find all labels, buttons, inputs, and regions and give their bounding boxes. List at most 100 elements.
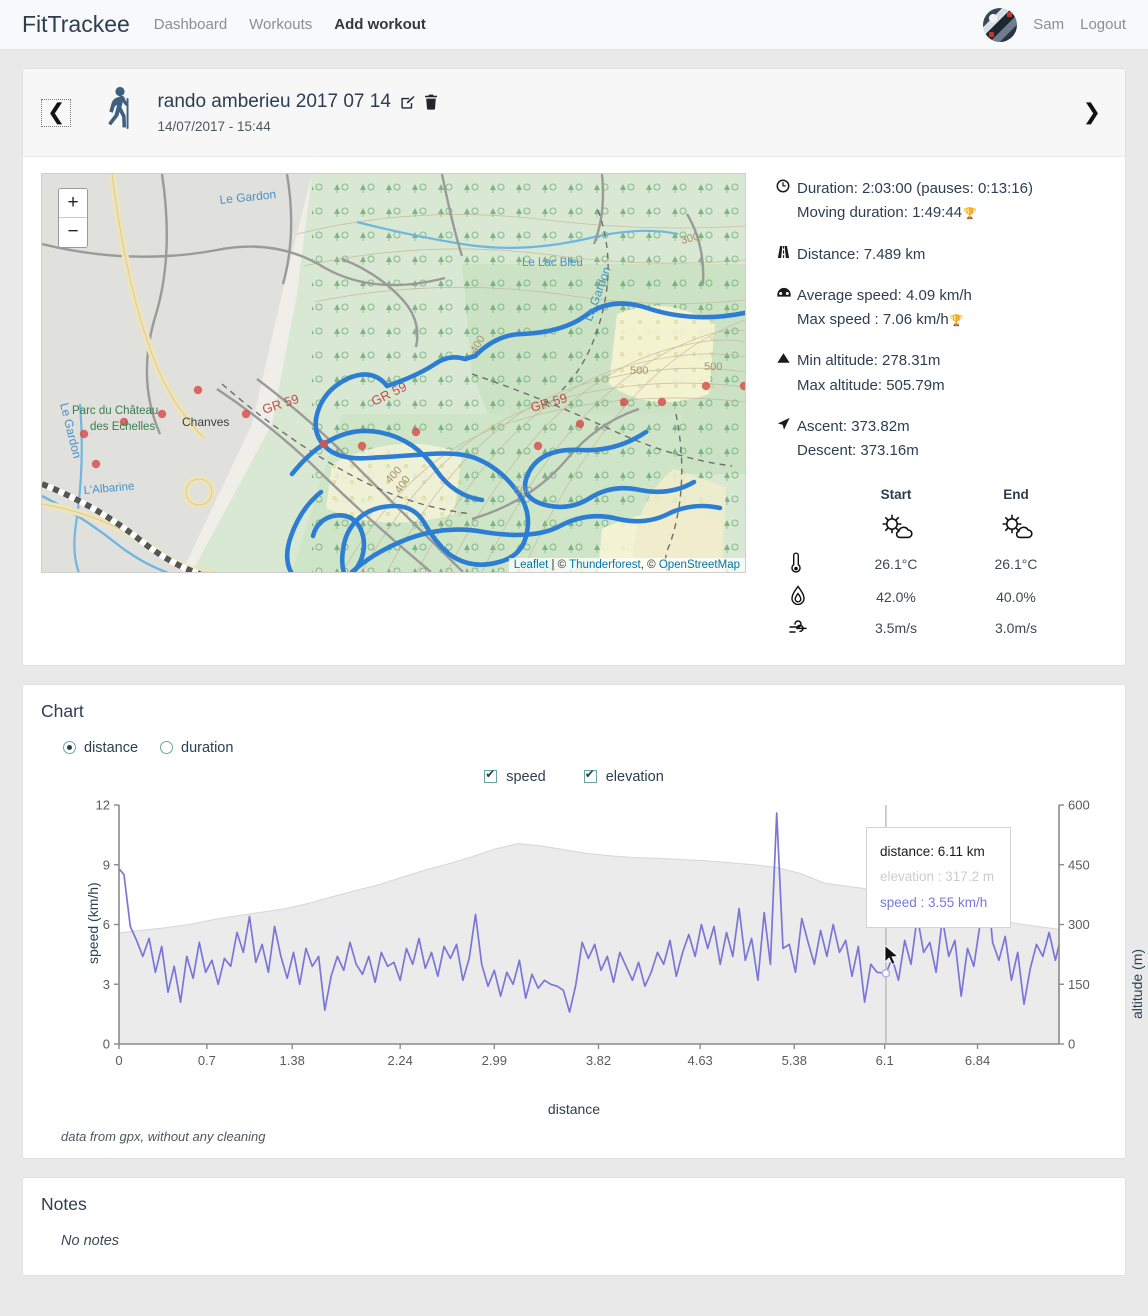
- openstreetmap-link[interactable]: OpenStreetMap: [659, 559, 740, 571]
- workout-map[interactable]: Le Gardon Le Gardon Le Gardon Le Lac Ble…: [41, 173, 746, 573]
- chart-series-checkboxes: speed elevation: [41, 767, 1107, 785]
- svg-text:5.38: 5.38: [782, 1053, 807, 1068]
- workout-card: ❮ rando amberieu 2017 07 14 14/07/2017 -…: [22, 68, 1126, 666]
- checkbox-elevation-input[interactable]: [583, 767, 597, 784]
- stat-distance-text: Distance: 7.489 km: [797, 245, 926, 263]
- map-attribution: Leaflet | © Thunderforest, © OpenStreetM…: [508, 558, 745, 572]
- weather-col-end: End: [1003, 486, 1029, 502]
- svg-text:600: 600: [1068, 799, 1090, 813]
- radio-duration-input[interactable]: [160, 741, 174, 755]
- weather-wind-end: 3.0m/s: [994, 620, 1037, 637]
- stat-group-elevation: Ascent: 373.82m Descent: 373.16m: [776, 415, 1107, 464]
- notes-section-title: Notes: [41, 1193, 87, 1214]
- weather-row-wind: 3.5m/s 3.0m/s: [776, 614, 1076, 643]
- attrib-sep-1: | ©: [548, 559, 570, 571]
- nav-link-workouts[interactable]: Workouts: [249, 16, 312, 33]
- svg-text:300: 300: [1068, 917, 1090, 932]
- nav-user-area: Sam Logout: [983, 7, 1126, 42]
- stat-duration-text: Duration: 2:03:00 (pauses: 0:13:16): [797, 180, 1033, 197]
- workout-header: ❮ rando amberieu 2017 07 14 14/07/2017 -…: [23, 69, 1125, 157]
- weather-icon-spacer: [776, 509, 836, 548]
- svg-text:6: 6: [103, 917, 110, 932]
- wind-icon: [776, 614, 836, 643]
- chart-tooltip: distance: 6.11 km elevation : 317.2 m sp…: [866, 826, 1011, 928]
- clock-icon: [776, 177, 797, 201]
- thunderforest-link[interactable]: Thunderforest: [569, 559, 641, 571]
- chart-section-title: Chart: [41, 700, 84, 721]
- stat-max-altitude: Max altitude: 505.79m: [776, 374, 1107, 398]
- svg-text:9: 9: [103, 857, 110, 872]
- humidity-drop-icon: [776, 581, 836, 614]
- stat-group-speed: Average speed: 4.09 km/h Max speed : 7.0…: [776, 284, 1107, 333]
- weather-table: Start End 26.1°C 26.1°C 42.0% 40.0% 3.5m…: [776, 486, 1076, 643]
- checkbox-speed-input[interactable]: [484, 767, 498, 784]
- chart-axis-radio-group: distance duration: [41, 740, 1107, 756]
- checkbox-elevation[interactable]: elevation: [583, 767, 664, 785]
- chart-x-axis-label: distance: [547, 1100, 601, 1117]
- zoom-out-button[interactable]: −: [59, 218, 87, 247]
- svg-text:6.1: 6.1: [876, 1053, 894, 1068]
- weather-temp-end: 26.1°C: [994, 556, 1038, 573]
- svg-text:0: 0: [115, 1053, 122, 1068]
- weather-humidity-start: 42.0%: [876, 589, 916, 606]
- tooltip-speed: speed : 3.55 km/h: [880, 894, 988, 910]
- svg-text:6.84: 6.84: [965, 1053, 990, 1068]
- chart-card: Chart distance duration speed elevation …: [22, 683, 1145, 1159]
- stat-ascent: Ascent: 373.82m: [776, 415, 1107, 439]
- delete-icon[interactable]: [424, 94, 438, 110]
- map-contour-500c: 500: [514, 485, 532, 497]
- page-title: rando amberieu 2017 07 14: [157, 91, 391, 112]
- radio-distance-label: distance: [84, 739, 139, 756]
- svg-text:2.99: 2.99: [482, 1053, 507, 1068]
- svg-text:3: 3: [103, 976, 110, 991]
- svg-text:450: 450: [1068, 857, 1090, 872]
- stat-average-speed-text: Average speed: 4.09 km/h: [797, 286, 972, 304]
- tooltip-elevation: elevation : 317.2 m: [880, 869, 995, 885]
- leaflet-link[interactable]: Leaflet: [514, 559, 549, 571]
- zoom-in-button[interactable]: +: [59, 189, 87, 218]
- stat-min-altitude: Min altitude: 278.31m: [776, 349, 1107, 373]
- stat-max-speed-text: Max speed : 7.06 km/h: [797, 311, 949, 329]
- radio-distance[interactable]: distance: [63, 740, 138, 756]
- svg-text:0.7: 0.7: [198, 1053, 216, 1068]
- radio-distance-input[interactable]: [63, 741, 76, 755]
- hiking-icon: [97, 85, 139, 140]
- chart-plot-area[interactable]: speed (km/h) altitude (m) 0 3 6 9 12 0 150 300 4…: [41, 799, 1145, 1099]
- weather-corner: [776, 486, 836, 509]
- previous-workout-button[interactable]: ❮: [41, 98, 72, 127]
- stat-max-altitude-text: Max altitude: 505.79m: [797, 376, 945, 394]
- checkbox-speed[interactable]: speed: [484, 767, 546, 785]
- nav-username[interactable]: Sam: [1033, 16, 1064, 33]
- top-navbar: FitTrackee Dashboard Workouts Add workou…: [0, 0, 1148, 50]
- chart-data-note: data from gpx, without any cleaning: [61, 1128, 266, 1144]
- map-contour-500: 500: [630, 365, 648, 377]
- tooltip-distance: distance: 6.11 km: [880, 843, 985, 859]
- next-workout-button[interactable]: ❯: [1077, 98, 1107, 127]
- checkbox-speed-label: speed: [506, 768, 546, 785]
- weather-row-humidity: 42.0% 40.0%: [776, 581, 1076, 614]
- svg-text:2.24: 2.24: [388, 1053, 413, 1068]
- logout-link[interactable]: Logout: [1080, 16, 1126, 33]
- stat-ascent-text: Ascent: 373.82m: [797, 418, 910, 436]
- stat-distance: Distance: 7.489 km: [776, 243, 1107, 267]
- weather-start-condition: [836, 509, 956, 548]
- map-zoom-controls[interactable]: + −: [58, 188, 88, 248]
- stat-max-speed: Max speed : 7.06 km/h 🏆: [776, 308, 1107, 332]
- radio-duration[interactable]: duration: [160, 740, 233, 756]
- weather-humidity-end: 40.0%: [996, 589, 1036, 606]
- weather-header-row: Start End: [776, 486, 1076, 509]
- nav-link-add-workout[interactable]: Add workout: [334, 16, 426, 33]
- avatar[interactable]: [983, 7, 1018, 42]
- workout-stats: Duration: 2:03:00 (pauses: 0:13:16) Movi…: [746, 173, 1107, 643]
- edit-icon[interactable]: [400, 95, 415, 110]
- main-nav: Dashboard Workouts Add workout: [154, 16, 426, 33]
- weather-temp-start: 26.1°C: [874, 556, 918, 573]
- svg-text:1.38: 1.38: [280, 1053, 305, 1068]
- map-label-park: Parc du Château: [72, 405, 158, 417]
- mountain-icon: [776, 349, 797, 373]
- brand-logo[interactable]: FitTrackee: [22, 11, 130, 38]
- trophy-icon: 🏆: [963, 208, 977, 221]
- weather-end-condition: [956, 509, 1076, 548]
- workout-details: Le Gardon Le Gardon Le Gardon Le Lac Ble…: [23, 157, 1125, 665]
- nav-link-dashboard[interactable]: Dashboard: [154, 16, 227, 33]
